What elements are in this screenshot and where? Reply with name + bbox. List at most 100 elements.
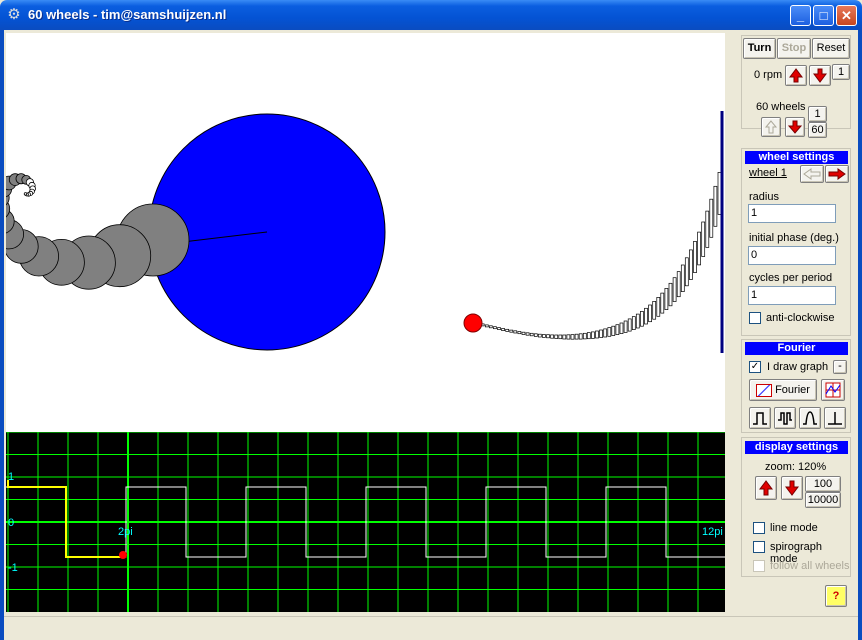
- zoom-down-button[interactable]: [781, 476, 803, 500]
- pulse-wave-icon: [778, 412, 792, 425]
- maximize-button[interactable]: □: [813, 5, 834, 26]
- line-mode-checkbox[interactable]: [753, 522, 765, 534]
- small-wheel: [23, 192, 28, 196]
- trail-dot: [574, 333, 579, 340]
- trail-dot: [586, 332, 591, 340]
- trail-dot: [542, 334, 546, 338]
- trail-dot: [640, 311, 644, 327]
- pulse-wave-button[interactable]: [774, 407, 796, 429]
- zoom-up-button[interactable]: [755, 476, 777, 500]
- draw-graph-label: I draw graph: [767, 361, 829, 373]
- zoom-100-button[interactable]: 100: [805, 476, 841, 492]
- turn-button[interactable]: Turn: [743, 38, 776, 59]
- x-label-12pi: 12pi: [702, 526, 723, 538]
- wheel-link[interactable]: wheel 1: [749, 167, 787, 179]
- fourier-grid-button[interactable]: [821, 379, 845, 401]
- trail-dot: [558, 334, 563, 340]
- minimize-graph-button[interactable]: -: [833, 360, 847, 374]
- line-mode-label: line mode: [770, 522, 818, 534]
- trail-dot: [550, 334, 554, 339]
- graph-trace: [7, 480, 123, 558]
- rpm-up-button[interactable]: [785, 65, 807, 86]
- trail-dot: [599, 329, 603, 338]
- gear-icon[interactable]: ⚙: [6, 7, 22, 23]
- trail-dot: [591, 331, 595, 339]
- help-button[interactable]: ?: [825, 585, 847, 607]
- radius-input[interactable]: 1: [748, 204, 836, 223]
- title-bar: ⚙ 60 wheels - tim@samshuijzen.nl _ □ ✕: [0, 0, 862, 30]
- zoom-10000-button[interactable]: 10000: [805, 492, 841, 508]
- wheels-max-button[interactable]: 60: [808, 122, 827, 138]
- trail-dot: [497, 327, 501, 330]
- next-wheel-button[interactable]: [825, 165, 849, 183]
- trail-dot: [680, 264, 685, 292]
- x-label-2pi: 2pi: [118, 526, 133, 538]
- follow-wheels-checkbox[interactable]: [753, 560, 765, 572]
- trail-dot: [607, 327, 612, 337]
- window-border-right: [858, 30, 862, 640]
- wheels-min-button[interactable]: 1: [808, 106, 827, 122]
- y-label-1: 1: [8, 471, 14, 483]
- impulse-wave-icon: [828, 412, 842, 425]
- trail-dot: [513, 330, 518, 334]
- trail-dot: [488, 325, 493, 329]
- trail-dot: [656, 297, 661, 317]
- wheels-drawing: [0, 111, 724, 353]
- stop-button[interactable]: Stop: [777, 38, 811, 59]
- graph-icon: [756, 383, 773, 397]
- rpm-down-button[interactable]: [809, 65, 831, 86]
- y-label-0: 0: [8, 517, 14, 529]
- phase-label: initial phase (deg.): [749, 232, 839, 244]
- fourier-button-label: Fourier: [775, 384, 810, 396]
- arrow-up-icon: [789, 68, 803, 83]
- wheels-canvas[interactable]: [0, 33, 725, 432]
- follow-wheels-label: follow all wheels: [770, 560, 850, 572]
- trail-dot: [631, 316, 636, 330]
- minimize-button[interactable]: _: [790, 5, 811, 26]
- trail-dot: [595, 330, 599, 339]
- trail-dot: [684, 257, 689, 287]
- close-button[interactable]: ✕: [836, 5, 857, 26]
- wheels-count: 60 wheels: [756, 101, 806, 113]
- anticlockwise-label: anti-clockwise: [766, 312, 835, 324]
- control-panel: Turn Stop Reset 0 rpm 1 60 wheels 1 60 w…: [737, 33, 852, 613]
- pen-marker: [463, 313, 483, 333]
- trail-dot: [705, 210, 710, 248]
- trail-dot: [648, 304, 652, 323]
- prev-wheel-button[interactable]: [800, 165, 824, 183]
- trail-dot: [484, 324, 489, 328]
- impulse-wave-button[interactable]: [824, 407, 846, 429]
- trail-dot: [664, 288, 669, 310]
- arrow-down-icon: [785, 480, 799, 496]
- trail-dot: [554, 334, 559, 339]
- arrow-down-icon: [787, 120, 803, 134]
- anticlockwise-checkbox[interactable]: [749, 312, 761, 324]
- trail-dot: [525, 332, 530, 336]
- window-title: 60 wheels - tim@samshuijzen.nl: [28, 7, 227, 22]
- trail-dot: [517, 331, 522, 335]
- trail-dot: [623, 320, 628, 333]
- draw-graph-checkbox[interactable]: ✓: [749, 361, 761, 373]
- trail-dot: [578, 333, 583, 340]
- trail-dot: [644, 307, 648, 325]
- phase-input[interactable]: 0: [748, 246, 836, 265]
- reset-button[interactable]: Reset: [812, 38, 850, 59]
- trail-dot: [660, 292, 665, 314]
- arrow-up-icon: [759, 480, 773, 496]
- fourier-button[interactable]: Fourier: [749, 379, 817, 401]
- cycles-label: cycles per period: [749, 272, 833, 284]
- cycles-input[interactable]: 1: [748, 286, 836, 305]
- trail-dot: [672, 277, 677, 302]
- status-bar: [4, 616, 858, 637]
- trail-dot: [619, 322, 624, 334]
- waveform-graph: 1 0 -1 2pi 12pi: [6, 432, 725, 612]
- rpm-step-button[interactable]: 1: [832, 64, 850, 80]
- trail-dot: [689, 249, 693, 280]
- spirograph-checkbox[interactable]: [753, 541, 765, 553]
- trail-dot: [546, 334, 550, 339]
- hump-wave-button[interactable]: [799, 407, 821, 429]
- wheels-down-button[interactable]: [785, 117, 805, 137]
- zoom-readout: zoom: 120%: [765, 461, 827, 473]
- wheels-up-button[interactable]: [761, 117, 781, 137]
- square-wave-button[interactable]: [749, 407, 771, 429]
